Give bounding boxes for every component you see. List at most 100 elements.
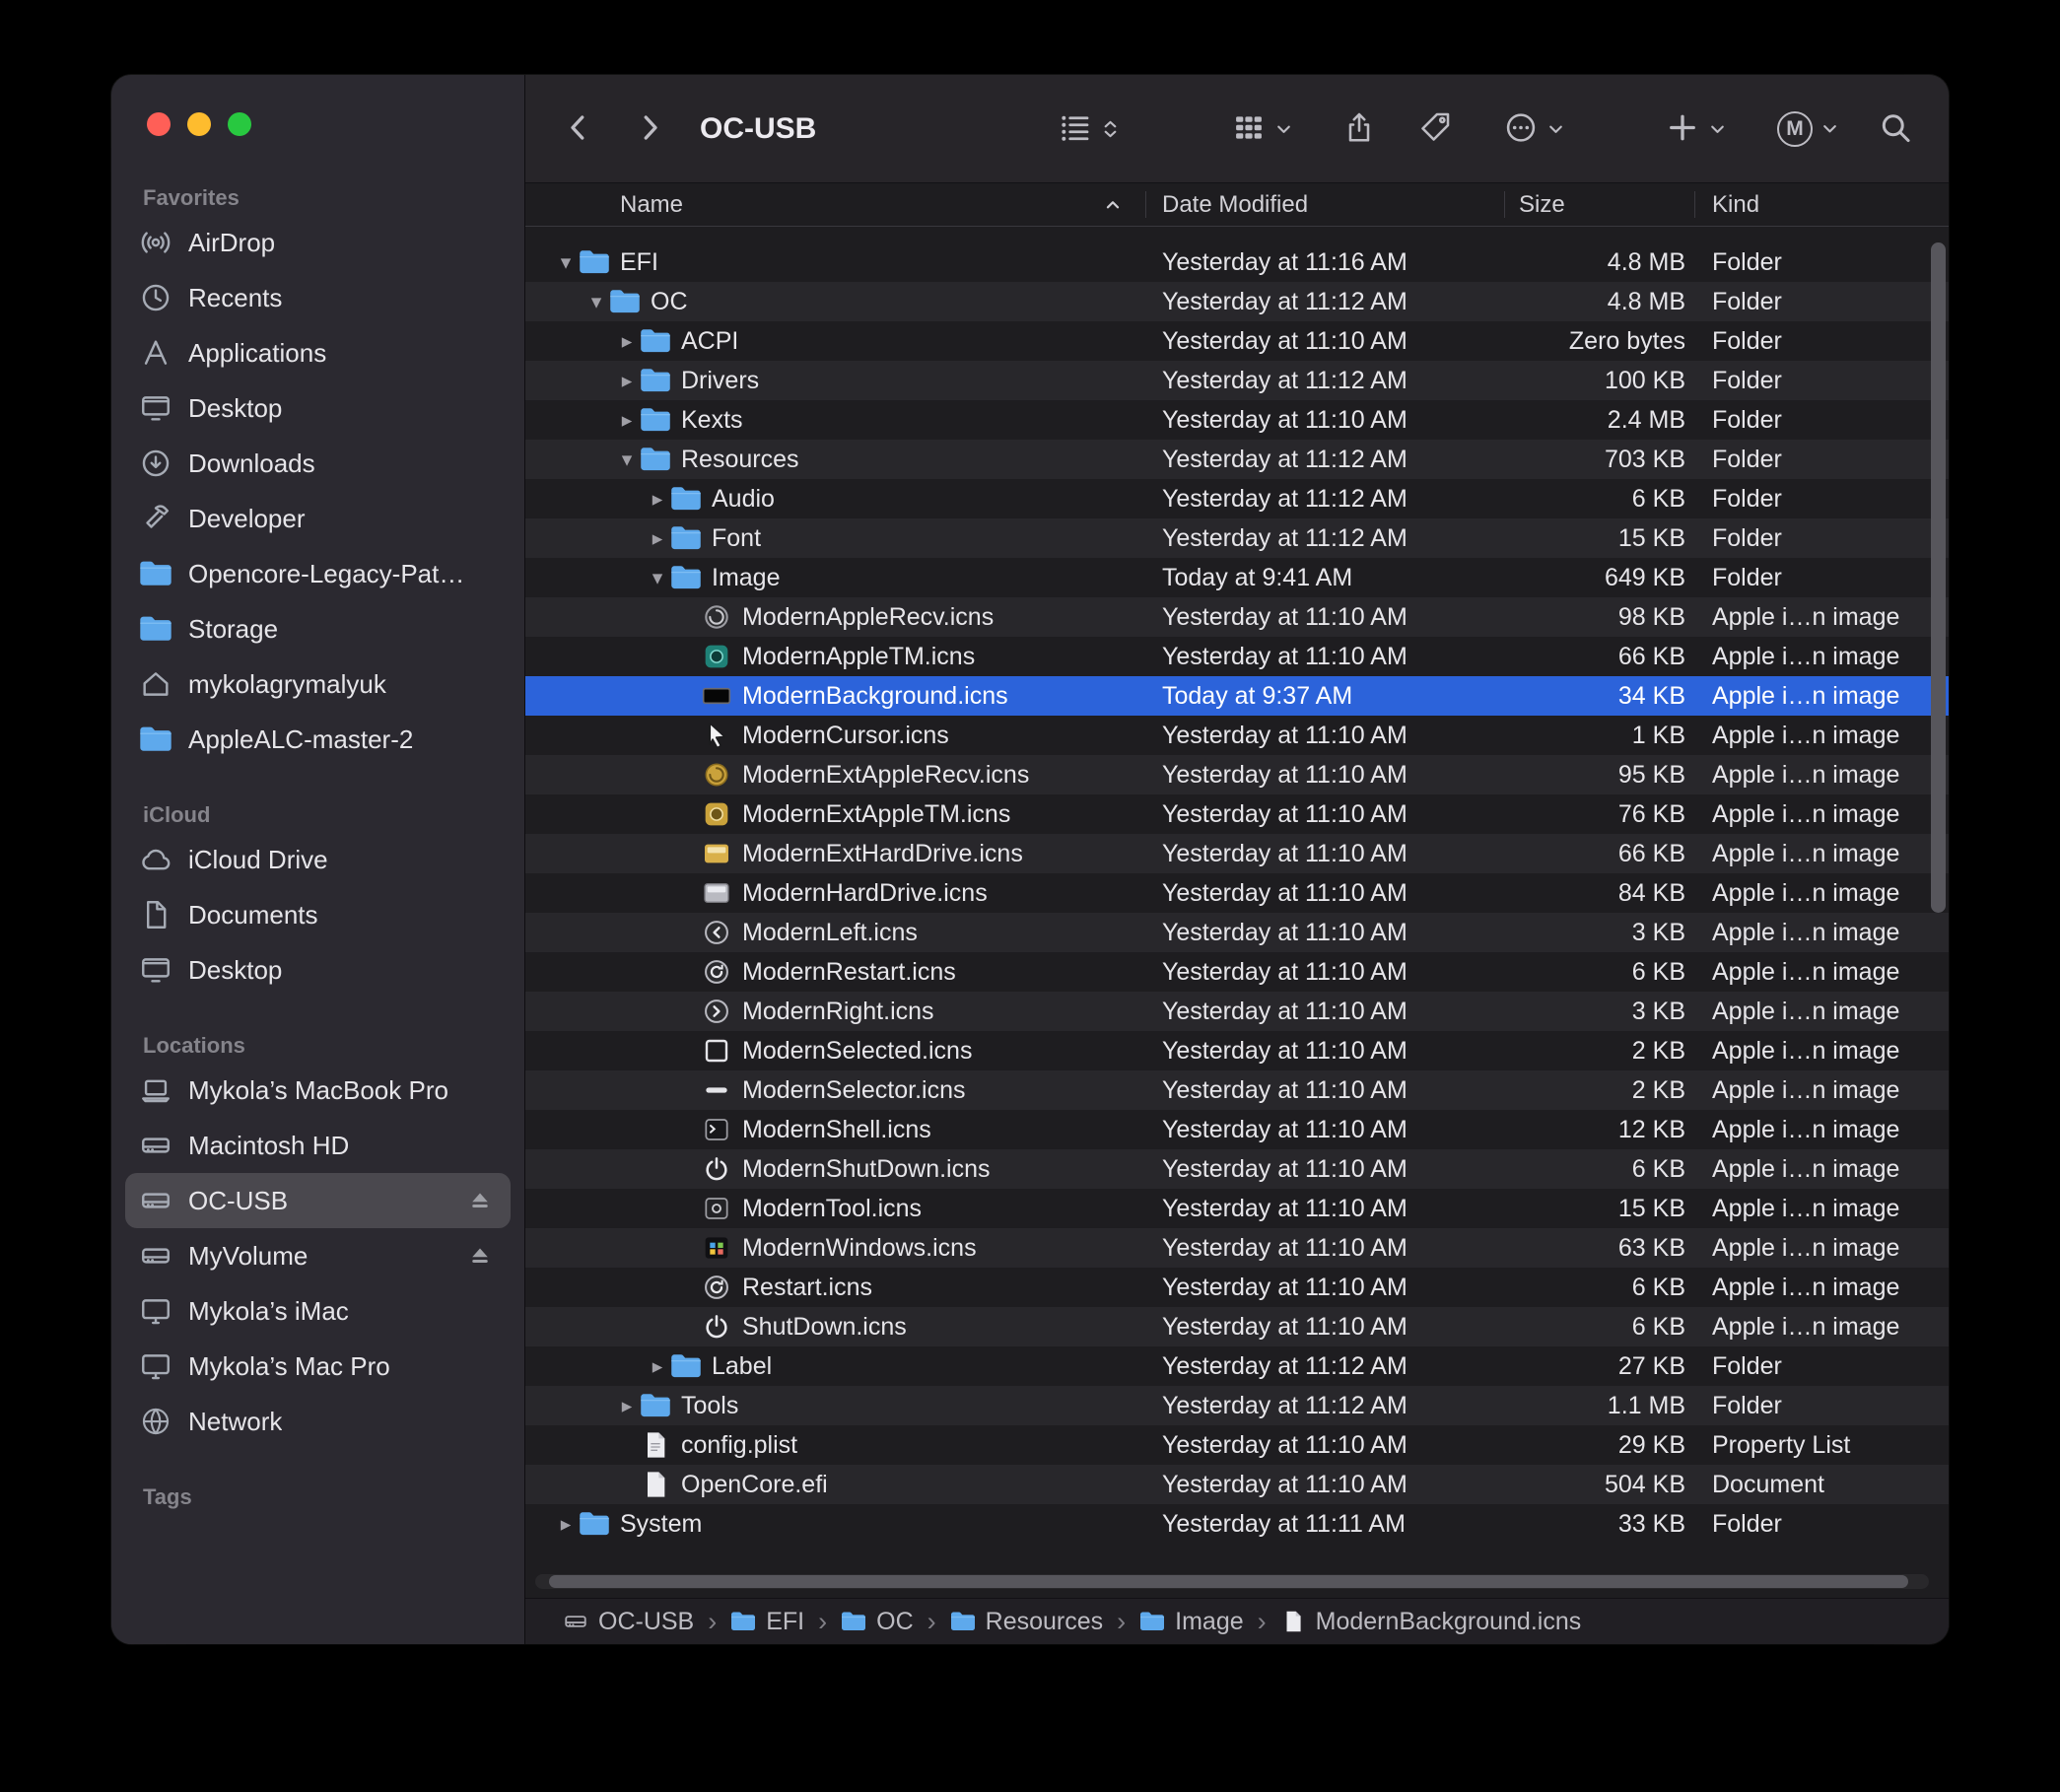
file-row-shutdown-icns[interactable]: ShutDown.icnsYesterday at 11:10 AM6 KBAp… <box>525 1307 1949 1346</box>
file-row-kexts[interactable]: ▸KextsYesterday at 11:10 AM2.4 MBFolder <box>525 400 1949 440</box>
column-header-size[interactable]: Size <box>1504 191 1694 219</box>
disclosure-closed-icon[interactable]: ▸ <box>645 1356 670 1377</box>
column-header-name[interactable]: Name <box>525 191 1145 219</box>
sidebar-item-label: Downloads <box>188 448 315 479</box>
file-row-modernapplerecv-icns[interactable]: ModernAppleRecv.icnsYesterday at 11:10 A… <box>525 597 1949 637</box>
column-header-kind[interactable]: Kind <box>1694 191 1949 219</box>
file-row-moderntool-icns[interactable]: ModernTool.icnsYesterday at 11:10 AM15 K… <box>525 1189 1949 1228</box>
vertical-scrollbar[interactable] <box>1931 229 1946 1593</box>
file-row-drivers[interactable]: ▸DriversYesterday at 11:12 AM100 KBFolde… <box>525 361 1949 400</box>
disclosure-closed-icon[interactable]: ▸ <box>614 1396 640 1416</box>
file-row-modernwindows-icns[interactable]: ModernWindows.icnsYesterday at 11:10 AM6… <box>525 1228 1949 1268</box>
file-row-modernselector-icns[interactable]: ModernSelector.icnsYesterday at 11:10 AM… <box>525 1070 1949 1110</box>
sidebar-item-recents[interactable]: Recents <box>125 270 511 325</box>
sidebar-item-developer[interactable]: Developer <box>125 491 511 546</box>
add-button[interactable] <box>1665 109 1729 148</box>
zoom-button[interactable] <box>228 112 251 136</box>
file-row-opencore-efi[interactable]: OpenCore.efiYesterday at 11:10 AM504 KBD… <box>525 1465 1949 1504</box>
disclosure-closed-icon[interactable]: ▸ <box>645 489 670 510</box>
column-divider[interactable] <box>1145 191 1146 218</box>
file-row-modernleft-icns[interactable]: ModernLeft.icnsYesterday at 11:10 AM3 KB… <box>525 913 1949 952</box>
sidebar-item-mykola-s-imac[interactable]: Mykola’s iMac <box>125 1283 511 1339</box>
sidebar-item-documents[interactable]: Documents <box>125 887 511 942</box>
sidebar-item-storage[interactable]: Storage <box>125 601 511 656</box>
sidebar-item-mykola-s-mac-pro[interactable]: Mykola’s Mac Pro <box>125 1339 511 1394</box>
sidebar-item-applealc-master-2[interactable]: AppleALC-master-2 <box>125 712 511 767</box>
sidebar-item-oc-usb[interactable]: OC-USB <box>125 1173 511 1228</box>
close-button[interactable] <box>147 112 171 136</box>
disclosure-closed-icon[interactable]: ▸ <box>553 1514 579 1535</box>
sidebar-item-applications[interactable]: Applications <box>125 325 511 380</box>
disclosure-closed-icon[interactable]: ▸ <box>614 331 640 352</box>
sidebar-item-network[interactable]: Network <box>125 1394 511 1449</box>
sidebar-item-desktop[interactable]: Desktop <box>125 942 511 998</box>
column-label-date: Date Modified <box>1162 191 1308 218</box>
horizontal-scrollbar-thumb[interactable] <box>549 1575 1908 1588</box>
sidebar-item-mykola-s-macbook-pro[interactable]: Mykola’s MacBook Pro <box>125 1063 511 1118</box>
file-row-restart-icns[interactable]: Restart.icnsYesterday at 11:10 AM6 KBApp… <box>525 1268 1949 1307</box>
disclosure-open-icon[interactable]: ▾ <box>584 292 609 312</box>
file-row-modernrestart-icns[interactable]: ModernRestart.icnsYesterday at 11:10 AM6… <box>525 952 1949 992</box>
forward-button[interactable] <box>632 109 667 148</box>
disclosure-open-icon[interactable]: ▾ <box>614 449 640 470</box>
minimize-button[interactable] <box>187 112 211 136</box>
disclosure-closed-icon[interactable]: ▸ <box>614 371 640 391</box>
file-row-system[interactable]: ▸SystemYesterday at 11:11 AM33 KBFolder <box>525 1504 1949 1544</box>
file-row-resources[interactable]: ▾ResourcesYesterday at 11:12 AM703 KBFol… <box>525 440 1949 479</box>
file-row-modernshell-icns[interactable]: ModernShell.icnsYesterday at 11:10 AM12 … <box>525 1110 1949 1149</box>
view-options-button[interactable] <box>1058 109 1122 148</box>
sidebar-item-downloads[interactable]: Downloads <box>125 436 511 491</box>
sidebar-item-icloud-drive[interactable]: iCloud Drive <box>125 832 511 887</box>
file-row-modernextharddrive-icns[interactable]: ModernExtHardDrive.icnsYesterday at 11:1… <box>525 834 1949 873</box>
path-item-efi[interactable]: EFI <box>730 1608 804 1636</box>
eject-icon[interactable] <box>465 1241 495 1271</box>
path-item-oc[interactable]: OC <box>841 1608 914 1636</box>
eject-icon[interactable] <box>465 1186 495 1215</box>
file-row-audio[interactable]: ▸AudioYesterday at 11:12 AM6 KBFolder <box>525 479 1949 518</box>
file-row-modernright-icns[interactable]: ModernRight.icnsYesterday at 11:10 AM3 K… <box>525 992 1949 1031</box>
file-row-image[interactable]: ▾ImageToday at 9:41 AM649 KBFolder <box>525 558 1949 597</box>
file-row-config-plist[interactable]: config.plistYesterday at 11:10 AM29 KBPr… <box>525 1425 1949 1465</box>
file-row-modernselected-icns[interactable]: ModernSelected.icnsYesterday at 11:10 AM… <box>525 1031 1949 1070</box>
file-row-label[interactable]: ▸LabelYesterday at 11:12 AM27 KBFolder <box>525 1346 1949 1386</box>
sidebar-item-desktop[interactable]: Desktop <box>125 380 511 436</box>
disclosure-closed-icon[interactable]: ▸ <box>614 410 640 431</box>
file-row-moderncursor-icns[interactable]: ModernCursor.icnsYesterday at 11:10 AM1 … <box>525 716 1949 755</box>
path-item-resources[interactable]: Resources <box>950 1608 1104 1636</box>
share-button[interactable] <box>1341 109 1377 148</box>
column-header-date[interactable]: Date Modified <box>1145 191 1504 219</box>
path-item-modernbackground-icns[interactable]: ModernBackground.icns <box>1280 1608 1582 1636</box>
file-row-modernshutdown-icns[interactable]: ModernShutDown.icnsYesterday at 11:10 AM… <box>525 1149 1949 1189</box>
m-menu-button[interactable]: M <box>1777 111 1841 147</box>
group-button[interactable] <box>1231 109 1295 148</box>
column-divider[interactable] <box>1694 191 1695 218</box>
path-item-oc-usb[interactable]: OC-USB <box>563 1608 694 1636</box>
back-button[interactable] <box>561 109 596 148</box>
sidebar-item-airdrop[interactable]: AirDrop <box>125 215 511 270</box>
disclosure-open-icon[interactable]: ▾ <box>553 252 579 273</box>
more-actions-button[interactable] <box>1503 109 1567 148</box>
disclosure-closed-icon[interactable]: ▸ <box>645 528 670 549</box>
file-row-font[interactable]: ▸FontYesterday at 11:12 AM15 KBFolder <box>525 518 1949 558</box>
horizontal-scrollbar[interactable] <box>535 1574 1929 1589</box>
file-row-modernharddrive-icns[interactable]: ModernHardDrive.icnsYesterday at 11:10 A… <box>525 873 1949 913</box>
file-row-efi[interactable]: ▾EFIYesterday at 11:16 AM4.8 MBFolder <box>525 242 1949 282</box>
file-row-tools[interactable]: ▸ToolsYesterday at 11:12 AM1.1 MBFolder <box>525 1386 1949 1425</box>
file-row-modernappletm-icns[interactable]: ModernAppleTM.icnsYesterday at 11:10 AM6… <box>525 637 1949 676</box>
path-item-image[interactable]: Image <box>1139 1608 1243 1636</box>
tags-button[interactable] <box>1418 109 1454 148</box>
file-date: Yesterday at 11:10 AM <box>1145 1116 1504 1144</box>
column-divider[interactable] <box>1504 191 1505 218</box>
file-row-acpi[interactable]: ▸ACPIYesterday at 11:10 AMZero bytesFold… <box>525 321 1949 361</box>
file-row-modernextapplerecv-icns[interactable]: ModernExtAppleRecv.icnsYesterday at 11:1… <box>525 755 1949 794</box>
file-row-oc[interactable]: ▾OCYesterday at 11:12 AM4.8 MBFolder <box>525 282 1949 321</box>
disclosure-open-icon[interactable]: ▾ <box>645 568 670 588</box>
sidebar-item-macintosh-hd[interactable]: Macintosh HD <box>125 1118 511 1173</box>
search-button[interactable] <box>1878 109 1913 148</box>
vertical-scrollbar-thumb[interactable] <box>1931 242 1946 913</box>
sidebar-item-opencore-legacy-pat[interactable]: Opencore-Legacy-Pat… <box>125 546 511 601</box>
file-row-modernbackground-icns[interactable]: ModernBackground.icnsToday at 9:37 AM34 … <box>525 676 1949 716</box>
sidebar-item-mykolagrymalyuk[interactable]: mykolagrymalyuk <box>125 656 511 712</box>
sidebar-item-myvolume[interactable]: MyVolume <box>125 1228 511 1283</box>
file-row-modernextappletm-icns[interactable]: ModernExtAppleTM.icnsYesterday at 11:10 … <box>525 794 1949 834</box>
